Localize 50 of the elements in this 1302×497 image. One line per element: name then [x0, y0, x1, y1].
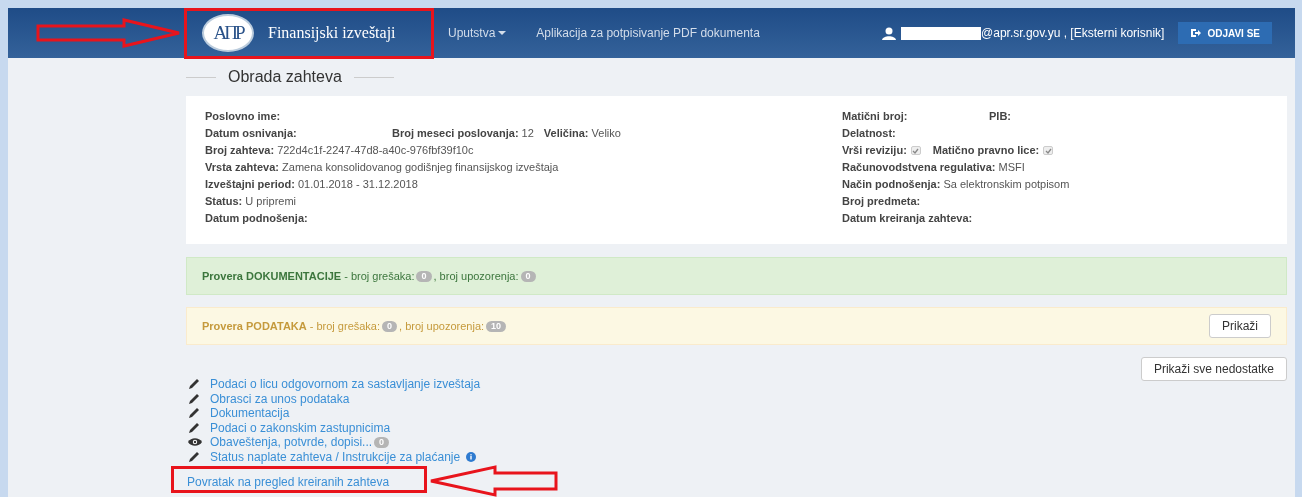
count-badge: 10 — [486, 320, 507, 332]
detail-field: Broj meseci poslovanja: 12 — [392, 125, 534, 142]
detail-label: Matični broj: — [842, 109, 908, 125]
nav-link[interactable]: Aplikacija za potpisivanje PDF dokumenta — [536, 24, 760, 42]
detail-field: Status: U pripremi — [205, 193, 297, 210]
detail-field: Vrsta zahteva: Zamena konsolidovanog godišnjeg finansijskog izveštaja — [205, 159, 559, 176]
detail-field: Veličina: Veliko — [543, 125, 621, 142]
check-label: , broj upozorenja: — [399, 318, 485, 334]
count-badge: 0 — [374, 436, 390, 448]
count-badge: 0 — [382, 320, 398, 332]
eye-icon — [188, 437, 202, 448]
detail-label: Vrši reviziju: — [842, 143, 907, 159]
detail-field: Broj zahteva: 722d4c1f-2247-47d8-a40c-976fbf39f10c — [205, 142, 474, 159]
check-label: - broj grešaka: — [309, 318, 381, 334]
logout-icon — [1190, 28, 1202, 38]
pencil-icon — [188, 378, 202, 391]
show-button[interactable]: Prikaži — [1209, 314, 1271, 338]
pencil-icon — [188, 392, 202, 405]
show-all-button[interactable]: Prikaži sve nedostatke — [1140, 357, 1287, 381]
detail-label: Delatnost: — [842, 126, 896, 142]
detail-label: Datum osnivanja: — [205, 126, 297, 142]
pencil-icon — [188, 450, 202, 463]
logout-button[interactable]: ODJAVI SE — [1178, 22, 1272, 44]
detail-label: Datum kreiranja zahteva: — [842, 211, 973, 227]
check-title: Provera PODATAKA — [202, 318, 307, 334]
pencil-icon — [188, 407, 202, 420]
pencil-icon — [188, 421, 202, 434]
menu-dropdown[interactable]: Uputstva — [448, 24, 507, 42]
detail-field: Izveštajni period: 01.01.2018 - 31.12.2018 — [205, 176, 418, 193]
detail-label: Matično pravno lice: — [932, 143, 1040, 159]
menu-link[interactable]: Dokumentacija — [210, 404, 290, 423]
detail-label: Datum podnošenja: — [205, 211, 308, 227]
detail-label: Broj predmeta: — [842, 194, 921, 210]
count-badge: 0 — [416, 270, 432, 282]
check-title: Provera DOKUMENTACIJE — [202, 268, 342, 284]
detail-label: Poslovno ime: — [205, 109, 281, 125]
user-email: @apr.sr.gov.yu , [Eksterni korisnik] — [981, 25, 1165, 42]
count-badge: 0 — [520, 270, 536, 282]
detail-label: PIB: — [989, 109, 1011, 125]
logo[interactable]: AПР — [202, 14, 254, 52]
back-link[interactable]: Povratak na pregled kreiranih zahteva — [187, 475, 390, 489]
check-label: - broj grešaka: — [344, 268, 415, 284]
check-label: , broj upozorenja: — [433, 268, 519, 284]
section-title: Obrada zahteva — [227, 67, 343, 87]
detail-field: Način podnošenja: Sa elektronskim potpisom — [842, 176, 1070, 193]
caret-icon — [498, 31, 507, 35]
detail-field: Računovodstvena regulativa: MSFI — [842, 159, 1025, 176]
menu-link[interactable]: Podaci o licu odgovornom za sastavljanje izveštaja — [210, 375, 481, 394]
brand-title[interactable]: Finansijski izveštaji — [268, 21, 396, 45]
user-icon — [882, 26, 897, 40]
